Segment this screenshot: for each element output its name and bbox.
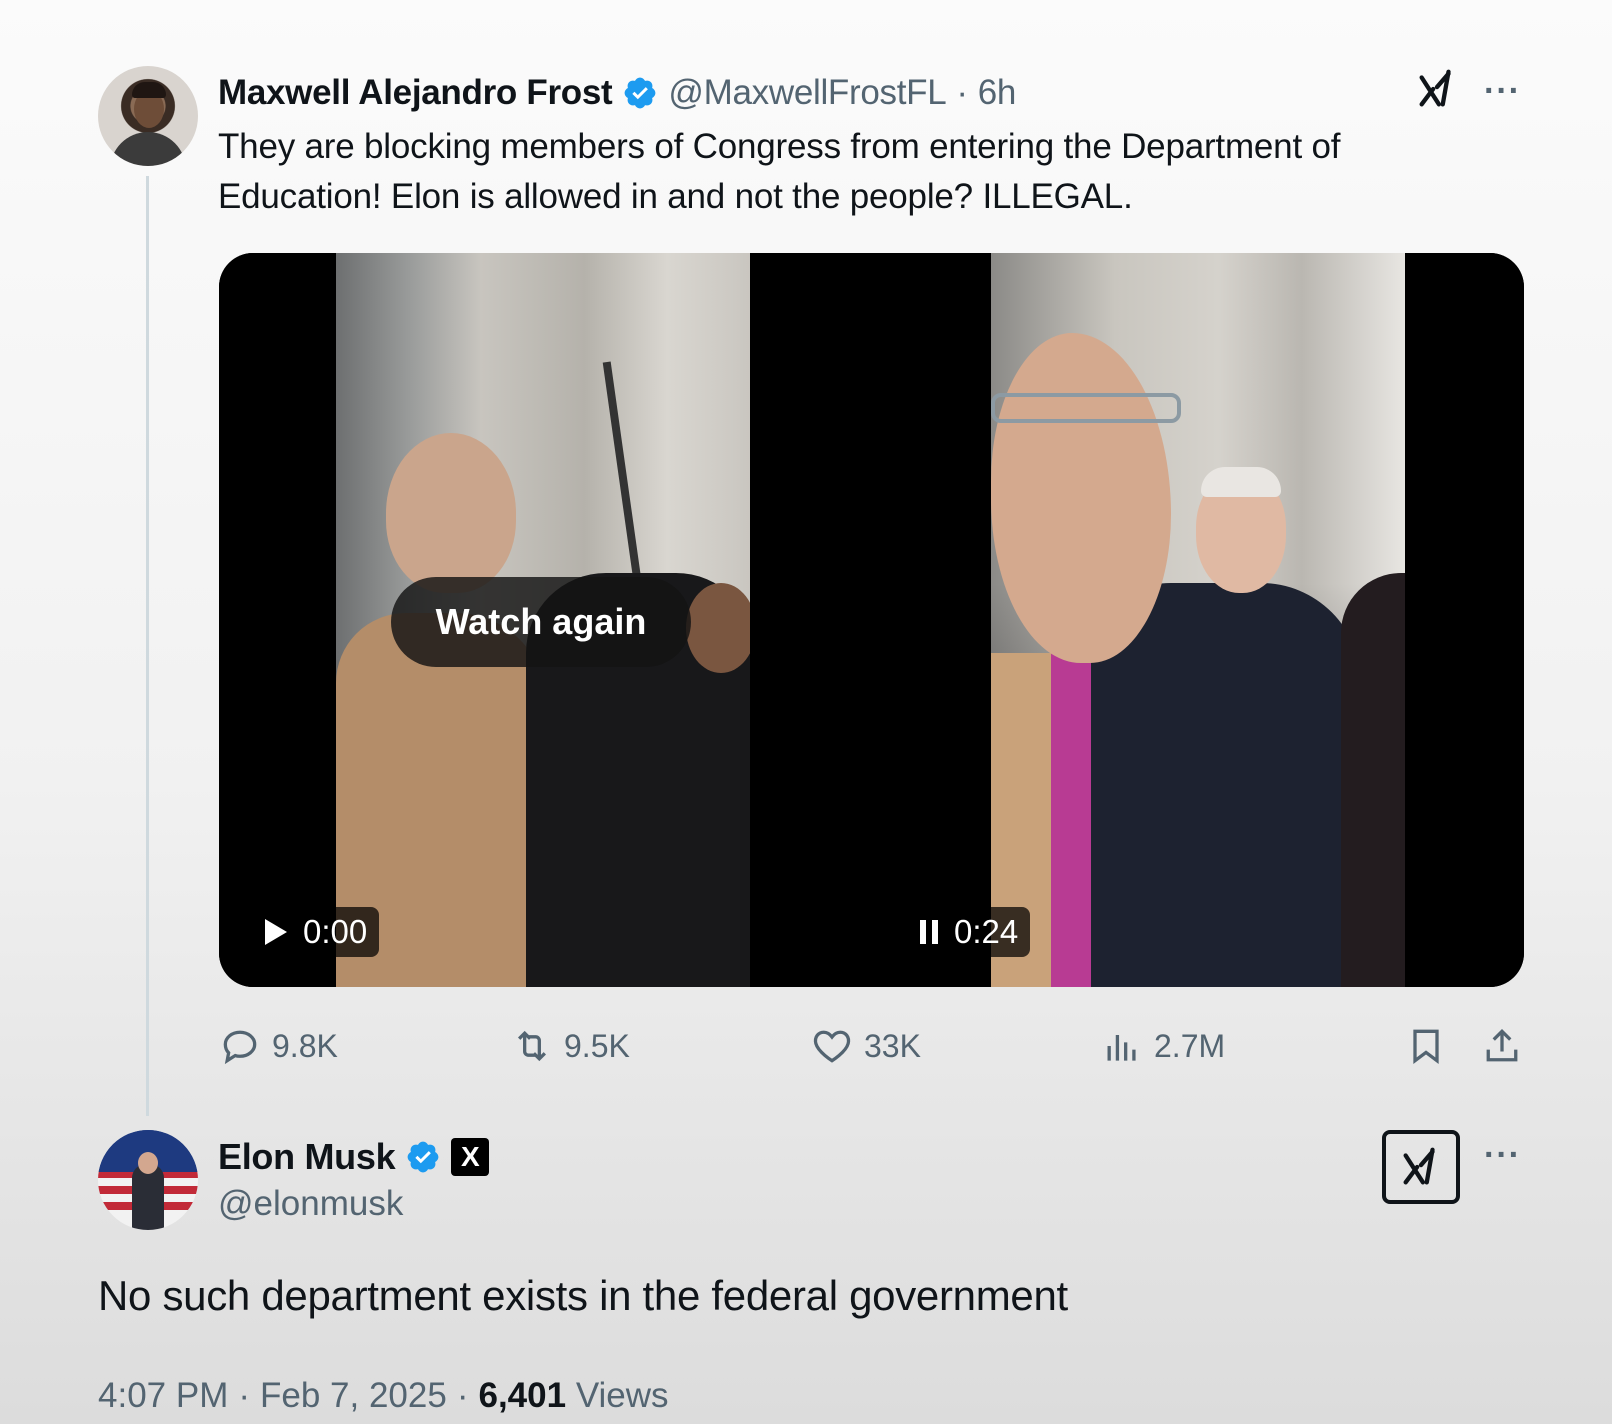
tweet-text: They are blocking members of Congress fr… xyxy=(218,127,1341,216)
reply-button[interactable]: 9.8K xyxy=(218,1018,338,1074)
repost-icon xyxy=(517,1030,547,1062)
author-name[interactable]: Maxwell Alejandro Frost xyxy=(218,73,613,113)
grok-button[interactable] xyxy=(1382,1130,1460,1204)
author-handle[interactable]: @MaxwellFrostFL xyxy=(668,73,946,113)
views-button[interactable]: 2.7M xyxy=(1100,1018,1225,1074)
separator-dot: · xyxy=(956,73,968,112)
reply-author-name[interactable]: Elon Musk xyxy=(218,1136,396,1178)
verified-badge-icon[interactable] xyxy=(622,75,658,111)
analytics-icon xyxy=(1107,1035,1136,1061)
views-count: 2.7M xyxy=(1154,1027,1226,1064)
reply-time[interactable]: 4:07 PM xyxy=(98,1376,228,1416)
video-time-label: 0:24 xyxy=(954,913,1019,950)
like-button[interactable]: 33K xyxy=(810,1018,921,1074)
video-player-1[interactable]: Watch again 0:00 xyxy=(219,253,869,987)
media-grid: Watch again 0:00 0:24 xyxy=(219,253,1524,987)
action-bar: 9.8K 9.5K 33K 2.7M xyxy=(218,1018,1528,1074)
reply-author-avatar[interactable] xyxy=(98,1130,198,1230)
grok-icon[interactable] xyxy=(1414,66,1460,112)
repost-button[interactable]: 9.5K xyxy=(510,1018,630,1074)
thread-line xyxy=(146,176,149,1116)
bookmark-button[interactable] xyxy=(1404,1018,1448,1074)
verified-badge-icon[interactable] xyxy=(405,1139,441,1175)
separator-dot: · xyxy=(238,1376,251,1415)
grok-icon xyxy=(1403,1147,1435,1185)
repost-count: 9.5K xyxy=(564,1027,630,1064)
reply-text: No such department exists in the federal… xyxy=(98,1272,1068,1319)
author-avatar[interactable] xyxy=(98,66,198,166)
video-frame-2 xyxy=(991,253,1405,987)
separator-dot: · xyxy=(456,1376,469,1415)
video-timestamp-2[interactable]: 0:24 xyxy=(910,907,1031,957)
reply-icon xyxy=(223,1030,257,1065)
tweet-header: Maxwell Alejandro Frost @MaxwellFrostFL … xyxy=(218,70,1016,116)
share-icon xyxy=(1486,1028,1518,1062)
heart-icon xyxy=(813,1030,851,1063)
more-options-icon[interactable]: ··· xyxy=(1484,72,1521,111)
reply-author-handle[interactable]: @elonmusk xyxy=(218,1184,403,1224)
reply-count: 9.8K xyxy=(272,1027,338,1064)
pause-icon[interactable] xyxy=(920,920,938,944)
video-timestamp-1[interactable]: 0:00 xyxy=(255,907,380,957)
reply-views-label: Views xyxy=(575,1376,669,1415)
bookmark-icon xyxy=(1413,1029,1439,1064)
share-button[interactable] xyxy=(1480,1018,1524,1074)
reply-header: Elon Musk X xyxy=(218,1134,490,1180)
video-player-2[interactable]: 0:24 xyxy=(874,253,1524,987)
reply-more-options-icon[interactable]: ··· xyxy=(1484,1136,1521,1175)
like-count: 33K xyxy=(864,1027,921,1064)
play-icon[interactable] xyxy=(265,919,287,945)
reply-date[interactable]: Feb 7, 2025 xyxy=(260,1376,447,1416)
watch-again-button[interactable]: Watch again xyxy=(391,577,691,667)
original-tweet[interactable]: Maxwell Alejandro Frost @MaxwellFrostFL … xyxy=(0,0,1612,1116)
reply-views-count: 6,401 xyxy=(478,1376,567,1415)
tweet-time[interactable]: 6h xyxy=(978,73,1017,113)
video-time-label: 0:00 xyxy=(303,913,368,950)
reply-metadata: 4:07 PM · Feb 7, 2025 · 6,401 Views xyxy=(98,1376,669,1416)
x-affiliate-badge-icon[interactable]: X xyxy=(451,1138,490,1176)
